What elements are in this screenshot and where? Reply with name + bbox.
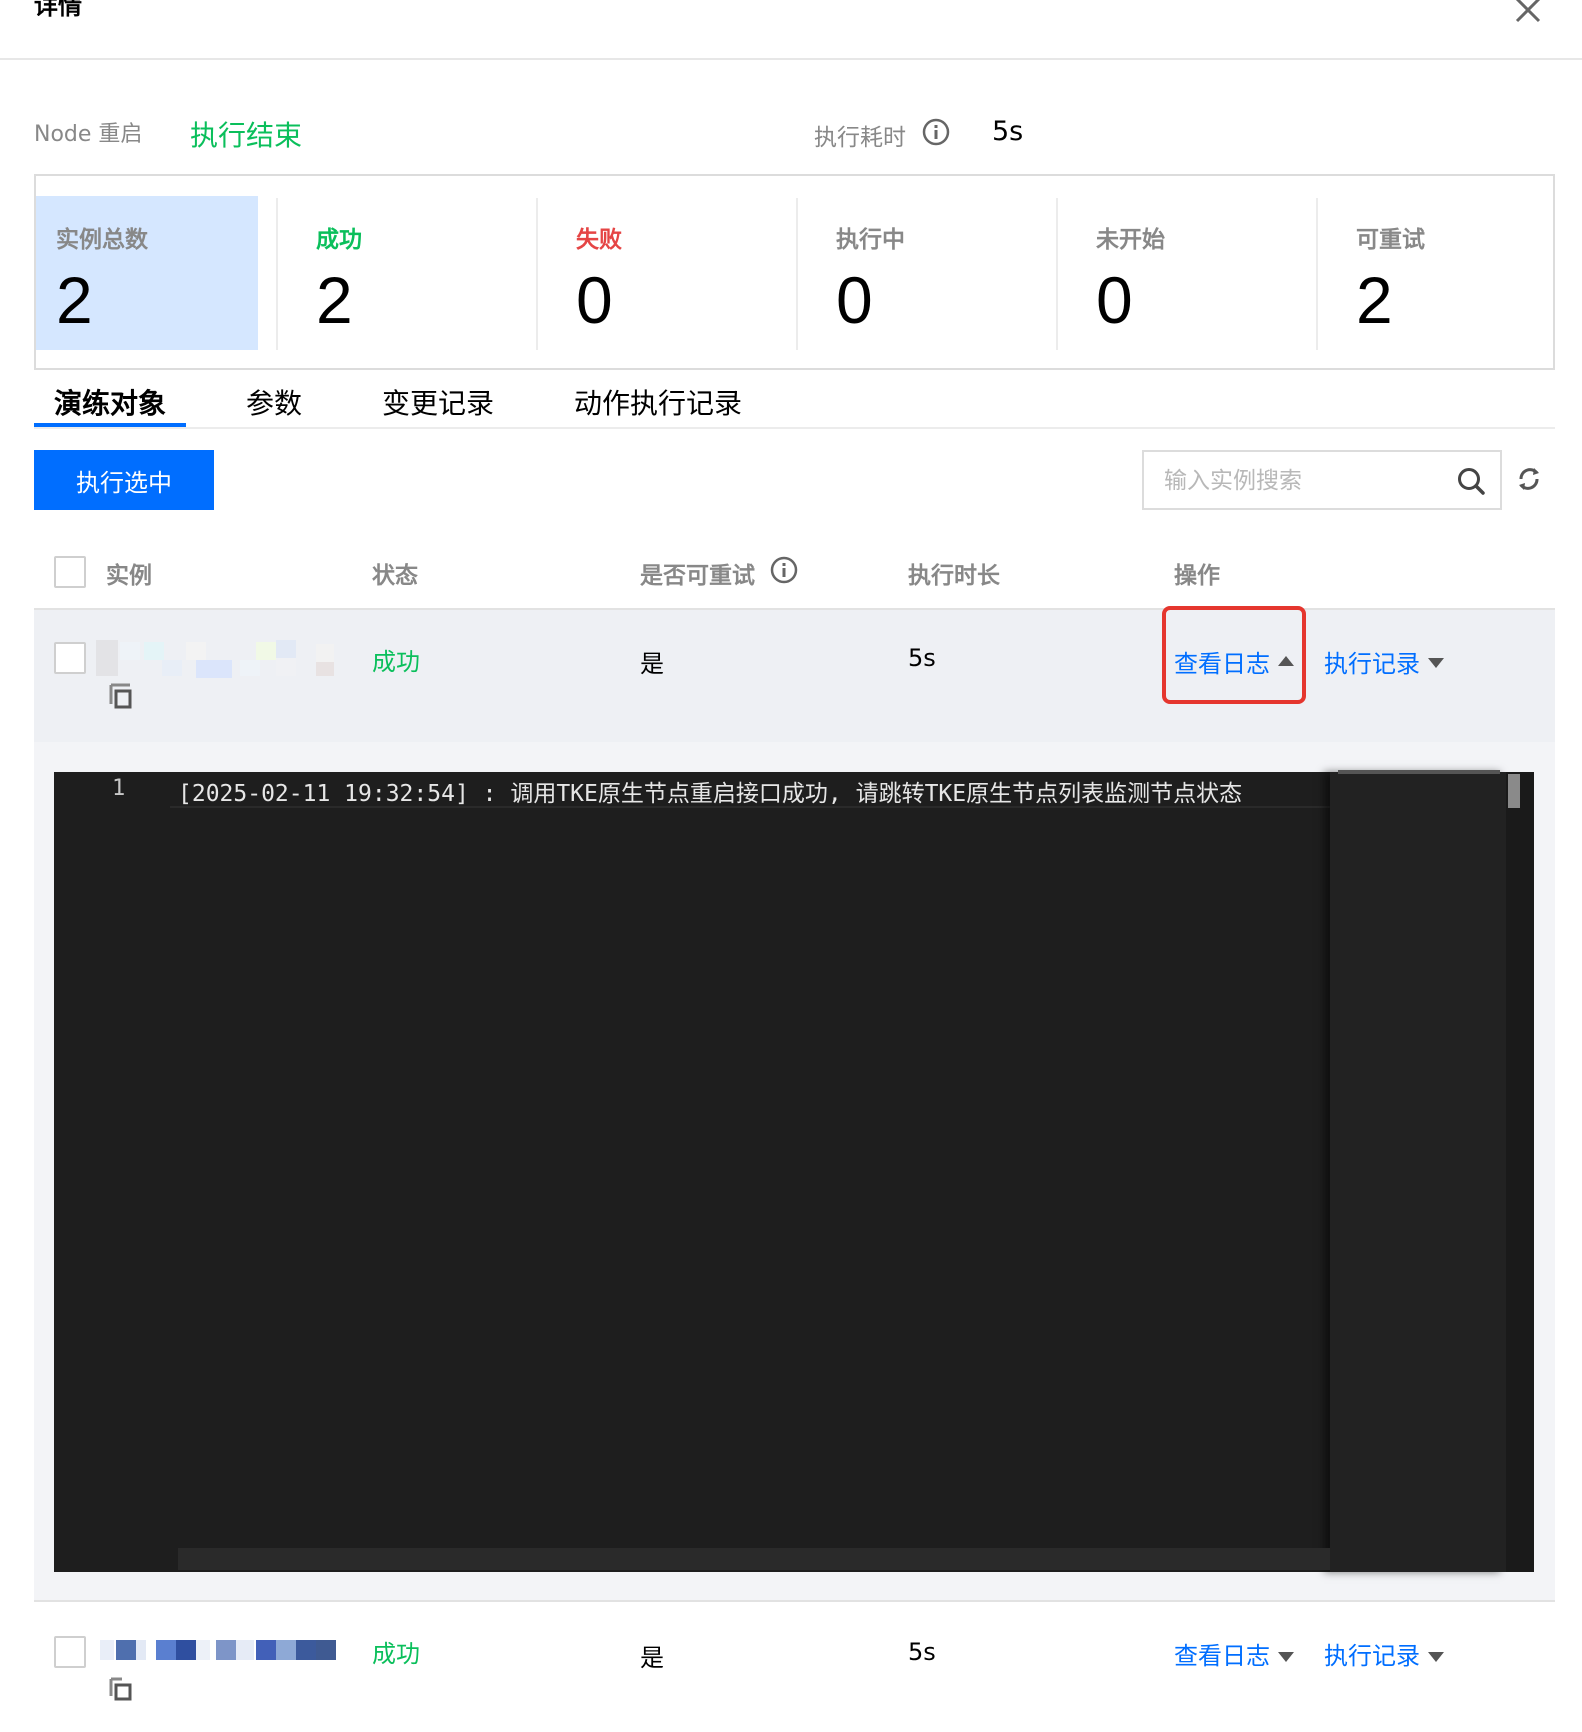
stat-label: 未开始 [1096,227,1165,253]
row-retryable: 是 [640,650,664,678]
stat-value: 2 [56,263,93,337]
stat-divider [536,198,538,350]
line-number: 1 [112,776,126,801]
search-input[interactable] [1164,464,1444,498]
stat-value: 0 [1096,263,1133,337]
view-log-link[interactable]: 查看日志 [1174,1636,1270,1671]
header-divider [0,58,1582,60]
run-selected-button[interactable]: 执行选中 [34,450,214,510]
stat-divider [796,198,798,350]
row-status: 成功 [372,1640,420,1668]
stat-divider [1316,198,1318,350]
dialog-title: 详情 [34,0,82,20]
minimap[interactable] [1330,772,1506,1572]
task-status: 执行结束 [190,119,303,152]
vertical-scrollbar[interactable] [1506,772,1534,1572]
row-checkbox[interactable] [54,642,86,674]
col-duration: 执行时长 [908,563,1000,589]
stat-label: 实例总数 [56,227,148,253]
scrollbar-thumb[interactable] [1508,774,1520,808]
stat-retryable[interactable]: 可重试 2 [1356,176,1546,366]
stats-panel: 实例总数 2 成功 2 失败 0 执行中 0 未开始 0 可重试 2 [34,174,1555,370]
tab-change-log[interactable]: 变更记录 [382,382,494,422]
instance-search [1142,450,1502,510]
copy-icon[interactable] [108,682,134,710]
tab-action-log[interactable]: 动作执行记录 [574,382,742,422]
search-icon[interactable] [1456,466,1486,496]
info-icon[interactable] [922,118,950,146]
log-line: [2025-02-11 19:32:54] : 调用TKE原生节点重启接口成功,… [178,781,1243,807]
stat-label: 可重试 [1356,227,1425,253]
tab-params[interactable]: 参数 [246,382,302,422]
stat-divider [1056,198,1058,350]
tab-active-indicator [34,423,186,427]
duration-label: 执行耗时 [814,125,906,151]
caret-down-icon[interactable] [1428,1652,1444,1664]
log-viewer[interactable] [54,772,1534,1572]
stat-success[interactable]: 成功 2 [316,176,526,366]
row-retryable: 是 [640,1644,664,1672]
close-icon[interactable] [1512,0,1544,26]
horizontal-scrollbar[interactable] [178,1548,1330,1570]
select-all-checkbox[interactable] [54,556,86,588]
col-status: 状态 [372,563,418,589]
caret-down-icon[interactable] [1278,1652,1294,1664]
stat-label: 失败 [576,227,622,253]
stat-value: 0 [836,263,873,337]
annotation-highlight-box [1162,606,1306,704]
info-icon[interactable] [770,556,798,584]
row-duration: 5s [908,644,936,672]
row-duration: 5s [908,1638,936,1666]
stat-label: 成功 [316,227,362,253]
instance-id-redacted [96,638,336,680]
stat-failed[interactable]: 失败 0 [576,176,786,366]
duration-value: 5s [992,116,1024,147]
stat-running[interactable]: 执行中 0 [836,176,1046,366]
stat-value: 0 [576,263,613,337]
row-divider [34,1600,1555,1602]
task-name: Node 重启 [34,122,143,147]
copy-icon[interactable] [108,1676,134,1702]
col-retryable: 是否可重试 [640,563,755,589]
stat-total[interactable]: 实例总数 2 [56,176,266,366]
tab-targets[interactable]: 演练对象 [54,382,166,422]
row-status: 成功 [372,648,420,676]
stat-value: 2 [316,263,353,337]
col-instance: 实例 [106,563,152,589]
row-checkbox[interactable] [54,1636,86,1668]
stat-divider [276,198,278,350]
stat-not-started[interactable]: 未开始 0 [1096,176,1306,366]
exec-record-link[interactable]: 执行记录 [1324,644,1420,679]
stat-label: 执行中 [836,227,905,253]
col-actions: 操作 [1174,563,1220,589]
caret-down-icon[interactable] [1428,658,1444,670]
exec-record-link[interactable]: 执行记录 [1324,1636,1420,1671]
refresh-icon[interactable] [1512,462,1546,496]
minimap-line-preview [1338,770,1500,774]
instance-id-redacted [100,1634,340,1668]
stat-value: 2 [1356,263,1393,337]
tabs-divider [34,427,1555,429]
